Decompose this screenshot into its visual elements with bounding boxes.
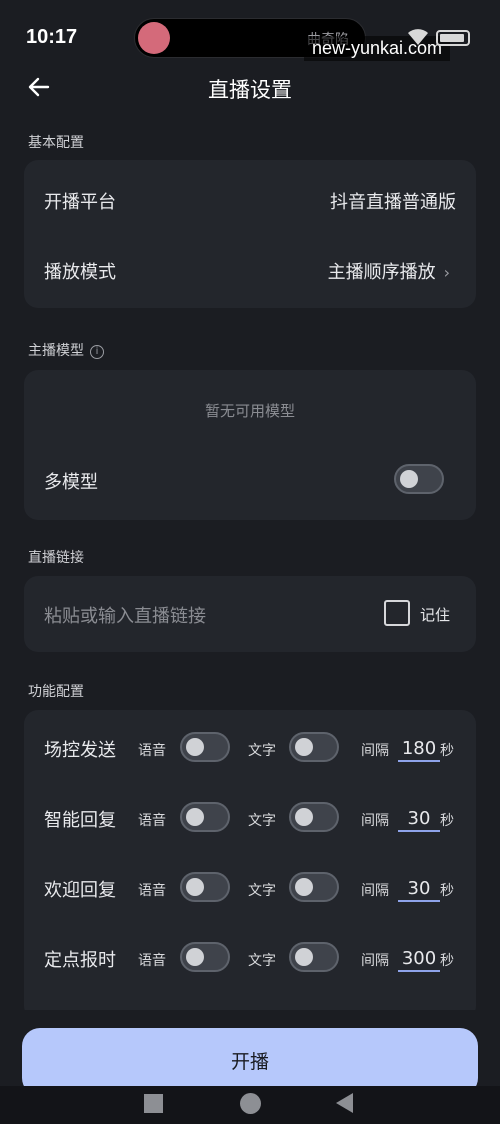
play-mode-value-text: 主播顺序播放 (327, 262, 436, 283)
toggle-knob (186, 878, 204, 896)
toggle-knob (400, 470, 418, 488)
function-label: 欢迎回复 (44, 880, 116, 901)
island-avatar (138, 22, 170, 54)
section-label-model-text: 主播模型 (28, 343, 84, 359)
platform-value: 抖音直播普通版 (330, 192, 456, 213)
section-label-model: 主播模型 i (28, 340, 104, 360)
recent-apps-icon[interactable] (144, 1094, 163, 1113)
function-label: 智能回复 (44, 810, 116, 831)
home-icon[interactable] (240, 1093, 261, 1114)
text-label: 文字 (248, 883, 276, 899)
basic-config-card: 开播平台 抖音直播普通版 播放模式 主播顺序播放 › (24, 160, 476, 308)
text-toggle[interactable] (289, 942, 339, 972)
voice-toggle[interactable] (180, 802, 230, 832)
section-label-functions: 功能配置 (28, 684, 84, 700)
multi-model-label: 多模型 (44, 472, 98, 493)
voice-toggle[interactable] (180, 732, 230, 762)
text-label: 文字 (248, 953, 276, 969)
interval-label: 间隔 (361, 813, 389, 829)
interval-input[interactable]: 300 (398, 948, 440, 972)
page-title: 直播设置 (208, 78, 292, 102)
voice-label: 语音 (138, 953, 166, 969)
interval-label: 间隔 (361, 743, 389, 759)
status-bar: 10:17 曲奇陷 new-yunkai.com (0, 0, 500, 70)
interval-input[interactable]: 180 (398, 738, 440, 762)
interval-input[interactable]: 30 (398, 878, 440, 902)
toggle-knob (295, 738, 313, 756)
empty-model-text: 暂无可用模型 (204, 402, 295, 420)
multi-model-toggle[interactable] (394, 464, 444, 494)
remember-checkbox[interactable] (384, 600, 410, 626)
platform-label: 开播平台 (44, 192, 116, 213)
toggle-knob (295, 808, 313, 826)
text-label: 文字 (248, 813, 276, 829)
text-label: 文字 (248, 743, 276, 759)
info-icon[interactable]: i (90, 345, 104, 359)
status-time: 10:17 (26, 26, 78, 48)
play-mode-value: 主播顺序播放 › (328, 258, 450, 284)
chevron-right-icon: › (443, 263, 450, 282)
section-label-basic: 基本配置 (28, 135, 84, 151)
function-label: 场控发送 (44, 740, 116, 761)
text-toggle[interactable] (289, 872, 339, 902)
toggle-knob (295, 878, 313, 896)
text-toggle[interactable] (289, 802, 339, 832)
seconds-unit: 秒 (440, 743, 454, 759)
model-card: 暂无可用模型 多模型 (24, 370, 476, 520)
interval-label: 间隔 (361, 883, 389, 899)
voice-label: 语音 (138, 813, 166, 829)
seconds-unit: 秒 (440, 953, 454, 969)
link-card: 粘贴或输入直播链接 记住 (24, 576, 476, 652)
nav-back-icon[interactable] (336, 1093, 353, 1113)
voice-toggle[interactable] (180, 872, 230, 902)
function-label: 定点报时 (44, 950, 116, 971)
functions-card: 场控发送 语音 文字 间隔 180 秒智能回复 语音 文字 间隔 30 秒欢迎回复 语音 文字 间隔 30 秒… (24, 710, 476, 1020)
toggle-knob (186, 808, 204, 826)
toggle-knob (295, 948, 313, 966)
voice-toggle[interactable] (180, 942, 230, 972)
battery-icon (436, 30, 470, 46)
seconds-unit: 秒 (440, 883, 454, 899)
voice-label: 语音 (138, 743, 166, 759)
play-mode-label: 播放模式 (44, 262, 116, 283)
wifi-icon (408, 29, 428, 45)
interval-input[interactable]: 30 (398, 808, 440, 832)
toggle-knob (186, 948, 204, 966)
voice-label: 语音 (138, 883, 166, 899)
text-toggle[interactable] (289, 732, 339, 762)
live-link-input[interactable]: 粘贴或输入直播链接 (44, 602, 206, 628)
remember-label: 记住 (420, 606, 451, 624)
interval-label: 间隔 (361, 953, 389, 969)
toggle-knob (186, 738, 204, 756)
seconds-unit: 秒 (440, 813, 454, 829)
section-label-link: 直播链接 (28, 550, 84, 566)
